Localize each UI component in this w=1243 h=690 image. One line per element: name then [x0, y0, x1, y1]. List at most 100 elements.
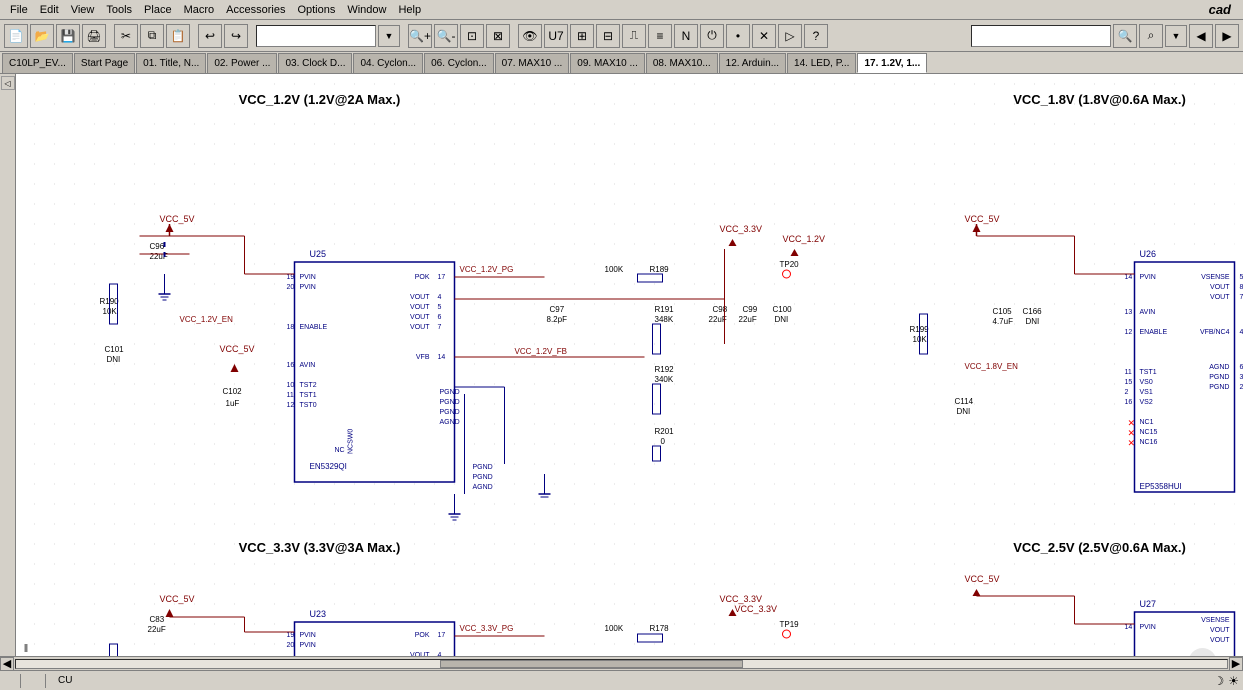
zoom-in-button[interactable]: 🔍+: [408, 24, 432, 48]
zoom-fit-button[interactable]: ⊡: [460, 24, 484, 48]
svg-text:0: 0: [661, 437, 666, 446]
tab-14[interactable]: 14. LED, P...: [787, 53, 856, 73]
left-toolbar: ◁: [0, 74, 16, 656]
svg-text:TST1: TST1: [1140, 369, 1157, 376]
svg-text:VCC_1.2V (1.2V@2A Max.): VCC_1.2V (1.2V@2A Max.): [239, 92, 401, 107]
svg-text:5: 5: [438, 304, 442, 311]
svg-text:20: 20: [287, 642, 295, 649]
svg-text:PVIN: PVIN: [300, 274, 316, 281]
redo-button[interactable]: ↪: [224, 24, 248, 48]
tag-button[interactable]: U7: [544, 24, 568, 48]
svg-text:VCC_3.3V: VCC_3.3V: [720, 224, 763, 234]
tab-02[interactable]: 02. Power ...: [207, 53, 277, 73]
menu-edit[interactable]: Edit: [34, 2, 65, 18]
zoom-out-button[interactable]: 🔍-: [434, 24, 458, 48]
svg-text:POK: POK: [415, 632, 430, 639]
svg-text:VOUT: VOUT: [1210, 637, 1230, 644]
svg-text:PGND: PGND: [473, 474, 493, 481]
eye-button[interactable]: 👁: [518, 24, 542, 48]
svg-text:DNI: DNI: [1026, 317, 1040, 326]
svg-text:5: 5: [1240, 274, 1243, 281]
schematic-canvas[interactable]: VCC_1.2V (1.2V@2A Max.) VCC_5V C96 22uF …: [16, 74, 1243, 656]
nav-next-button[interactable]: ▶: [1215, 24, 1239, 48]
menu-tools[interactable]: Tools: [100, 2, 138, 18]
netname-button[interactable]: N: [674, 24, 698, 48]
wire-button[interactable]: ⎍: [622, 24, 646, 48]
binoculars-button[interactable]: ⌕: [1139, 24, 1163, 48]
menu-view[interactable]: View: [65, 2, 101, 18]
menu-file[interactable]: File: [4, 2, 34, 18]
tab-start-page[interactable]: Start Page: [74, 53, 135, 73]
menu-help[interactable]: Help: [392, 2, 427, 18]
svg-text:TST0: TST0: [300, 402, 317, 409]
svg-text:18: 18: [287, 324, 295, 331]
svg-text:1uF: 1uF: [226, 399, 240, 408]
tab-03[interactable]: 03. Clock D...: [278, 53, 352, 73]
svg-text:DNI: DNI: [775, 315, 789, 324]
copy-button[interactable]: ⧉: [140, 24, 164, 48]
svg-text:VOUT: VOUT: [410, 314, 430, 321]
svg-text:C83: C83: [150, 615, 165, 624]
zoom-dropdown[interactable]: ▼: [378, 25, 400, 47]
horizontal-scrollbar[interactable]: ◀ ▶: [0, 656, 1243, 670]
tab-08[interactable]: 08. MAX10...: [646, 53, 718, 73]
menu-accessories[interactable]: Accessories: [220, 2, 291, 18]
svg-text:C114: C114: [955, 397, 974, 406]
svg-text:PGND: PGND: [1209, 374, 1229, 381]
svg-text:VCC_5V: VCC_5V: [965, 574, 1000, 584]
undo-button[interactable]: ↩: [198, 24, 222, 48]
svg-text:C102: C102: [223, 387, 243, 396]
svg-text:PVIN: PVIN: [300, 284, 316, 291]
tab-01[interactable]: 01. Title, N...: [136, 53, 206, 73]
zoom-input[interactable]: [256, 25, 376, 47]
paste-button[interactable]: 📋: [166, 24, 190, 48]
comp-copy-button[interactable]: ⊟: [596, 24, 620, 48]
svg-text:VCC_1.2V_PG: VCC_1.2V_PG: [460, 265, 514, 274]
svg-text:VOUT: VOUT: [1210, 294, 1230, 301]
comp-add-button[interactable]: ⊞: [570, 24, 594, 48]
search-button[interactable]: 🔍: [1113, 24, 1137, 48]
svg-text:VCC_3.3V_PG: VCC_3.3V_PG: [460, 624, 514, 633]
svg-text:100K: 100K: [605, 624, 624, 633]
svg-text:14: 14: [438, 354, 446, 361]
svg-text:PVIN: PVIN: [1140, 624, 1156, 631]
tab-07[interactable]: 07. MAX10 ...: [495, 53, 570, 73]
open-button[interactable]: 📂: [30, 24, 54, 48]
bus-button[interactable]: ≡: [648, 24, 672, 48]
cut-button[interactable]: ✂: [114, 24, 138, 48]
junction-button[interactable]: •: [726, 24, 750, 48]
scroll-left-button[interactable]: ◀: [0, 657, 14, 671]
svg-text:C166: C166: [1023, 307, 1043, 316]
search-dropdown[interactable]: ▼: [1165, 25, 1187, 47]
svg-text:DNI: DNI: [957, 407, 971, 416]
search-input[interactable]: [971, 25, 1111, 47]
save-button[interactable]: 💾: [56, 24, 80, 48]
svg-text:VOUT: VOUT: [410, 294, 430, 301]
svg-text:VOUT: VOUT: [410, 304, 430, 311]
new-button[interactable]: 📄: [4, 24, 28, 48]
scroll-thumb[interactable]: [440, 660, 743, 668]
zoom-select-button[interactable]: ⊠: [486, 24, 510, 48]
tab-09[interactable]: 09. MAX10 ...: [570, 53, 645, 73]
tab-04[interactable]: 04. Cyclon...: [353, 53, 423, 73]
scroll-track[interactable]: [15, 659, 1228, 669]
nav-prev-button[interactable]: ◀: [1189, 24, 1213, 48]
svg-text:19: 19: [287, 274, 295, 281]
menu-window[interactable]: Window: [341, 2, 392, 18]
svg-text:VCC_2.5V (2.5V@0.6A Max.): VCC_2.5V (2.5V@0.6A Max.): [1013, 540, 1186, 555]
tab-17[interactable]: 17. 1.2V, 1...: [857, 53, 927, 73]
noconn-button[interactable]: ✕: [752, 24, 776, 48]
port-button[interactable]: ▷: [778, 24, 802, 48]
scroll-right-button[interactable]: ▶: [1229, 657, 1243, 671]
menu-macro[interactable]: Macro: [178, 2, 221, 18]
side-tool-1[interactable]: ◁: [1, 76, 15, 90]
menu-options[interactable]: Options: [291, 2, 341, 18]
svg-text:VSENSE: VSENSE: [1201, 617, 1230, 624]
tab-06[interactable]: 06. Cyclon...: [424, 53, 494, 73]
power-button[interactable]: ⏻: [700, 24, 724, 48]
tab-0[interactable]: C10LP_EV...: [2, 53, 73, 73]
help-button[interactable]: ?: [804, 24, 828, 48]
tab-12[interactable]: 12. Arduin...: [719, 53, 786, 73]
print-button[interactable]: 🖨: [82, 24, 106, 48]
menu-place[interactable]: Place: [138, 2, 178, 18]
